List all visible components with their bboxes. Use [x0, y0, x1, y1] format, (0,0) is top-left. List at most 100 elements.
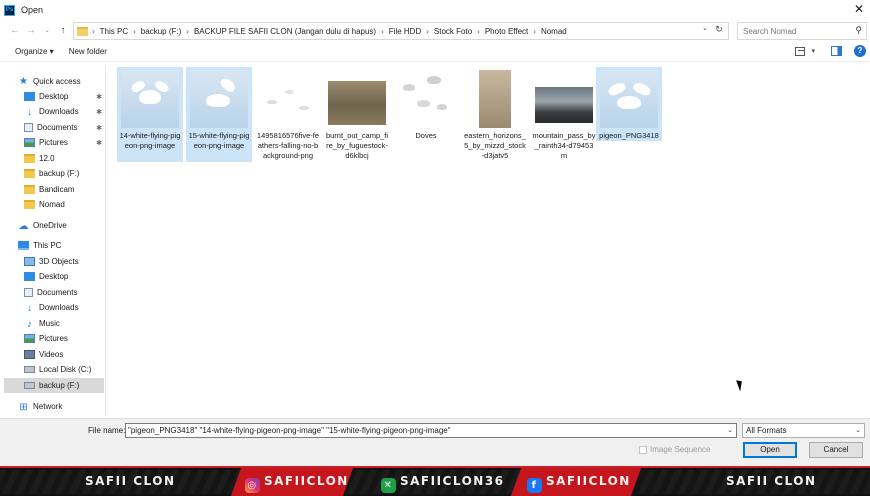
breadcrumb-stock-foto[interactable]: Stock Foto — [434, 27, 472, 36]
sidebar-item-pc-desktop[interactable]: Desktop — [24, 269, 68, 284]
file-item[interactable]: pigeon_PNG3418 — [596, 67, 662, 141]
sidebar-item-3d-objects[interactable]: 3D Objects — [24, 254, 79, 269]
sidebar-item-12-0[interactable]: 12.0 — [24, 151, 55, 166]
checkbox-icon[interactable] — [639, 445, 647, 454]
sidebar-item-label: Pictures — [39, 138, 68, 147]
file-name-label: File name: — [88, 426, 126, 435]
file-item[interactable]: Doves — [393, 67, 459, 144]
file-thumbnail — [324, 67, 390, 131]
breadcrumb-separator-icon[interactable]: › — [381, 27, 384, 36]
sidebar-item-backup-f[interactable]: backup (F:) — [24, 166, 79, 181]
sidebar-item-quick-access[interactable]: ★ Quick access — [18, 74, 81, 89]
sidebar-item-backup-drive[interactable]: backup (F:) — [4, 378, 104, 393]
sidebar-item-label: This PC — [33, 241, 62, 250]
format-dropdown-icon[interactable]: ⌄ — [855, 424, 861, 437]
pigeon-thumbnail — [121, 70, 179, 128]
up-arrow-icon[interactable]: ↑ — [55, 23, 71, 39]
cancel-button[interactable]: Cancel — [809, 442, 863, 458]
refresh-icon[interactable]: ↻ — [712, 24, 726, 35]
breadcrumb-separator-icon[interactable]: › — [133, 27, 136, 36]
open-button[interactable]: Open — [743, 442, 797, 458]
drive-icon — [24, 366, 35, 373]
file-list: 14-white-flying-pigeon-png-image 15-whit… — [110, 66, 870, 416]
cloud-icon: ☁ — [18, 221, 29, 232]
facebook-handle: SAFIICLON — [546, 474, 631, 488]
view-options-chevron-icon[interactable]: ▾ — [811, 47, 815, 55]
sidebar-item-bandicam[interactable]: Bandicam — [24, 182, 75, 197]
file-thumbnail — [186, 67, 252, 131]
format-select[interactable]: All Formats ⌄ — [742, 423, 865, 438]
sidebar-item-pictures[interactable]: Pictures ✱ — [24, 135, 104, 150]
sidebar-item-label: 3D Objects — [39, 257, 79, 266]
sidebar-item-network[interactable]: ⊞ Network — [18, 399, 62, 414]
breadcrumb-this-pc[interactable]: This PC — [100, 27, 128, 36]
sidebar-item-downloads[interactable]: ↓ Downloads ✱ — [24, 104, 104, 119]
preview-pane-icon[interactable] — [831, 46, 842, 56]
sidebar-item-desktop[interactable]: Desktop ✱ — [24, 89, 104, 104]
file-thumbnail — [393, 67, 459, 131]
file-name-dropdown-icon[interactable]: ⌄ — [727, 424, 733, 437]
file-item[interactable]: 1495816576five-feathers-falling-no-backg… — [255, 67, 321, 164]
sidebar-item-label: Downloads — [39, 107, 79, 116]
organize-button[interactable]: Organize ▾ — [15, 47, 54, 56]
file-name: burnt_out_camp_fire_by_fuguestock-d6klbc… — [325, 131, 389, 160]
new-folder-button[interactable]: New folder — [69, 47, 107, 56]
breadcrumb-file-hdd[interactable]: File HDD — [389, 27, 421, 36]
sidebar-item-videos[interactable]: Videos — [24, 347, 63, 362]
sidebar-item-this-pc[interactable]: This PC — [18, 238, 61, 253]
pin-icon[interactable]: ✱ — [96, 124, 102, 132]
file-item[interactable]: 14-white-flying-pigeon-png-image — [117, 67, 183, 162]
file-name: 14-white-flying-pigeon-png-image — [119, 131, 181, 150]
breadcrumb-backup-drive[interactable]: backup (F:) — [141, 27, 181, 36]
pigeon-thumbnail — [190, 70, 248, 128]
forward-arrow-icon[interactable]: → — [23, 23, 39, 39]
file-item[interactable]: mountain_pass_by_rainth34-d79453m — [531, 67, 597, 164]
sidebar-item-nomad[interactable]: Nomad — [24, 197, 65, 212]
file-thumbnail — [255, 67, 321, 131]
file-thumbnail — [462, 67, 528, 131]
file-name: mountain_pass_by_rainth34-d79453m — [532, 131, 596, 160]
breadcrumb-separator-icon[interactable]: › — [477, 27, 480, 36]
sidebar-item-music[interactable]: ♪ Music — [24, 316, 60, 331]
address-dropdown-chevron-icon[interactable]: ⌄ — [698, 24, 712, 35]
address-bar[interactable]: › This PC › backup (F:) › BACKUP FILE SA… — [73, 22, 729, 40]
sidebar-item-pc-pictures[interactable]: Pictures — [24, 331, 68, 346]
breadcrumb-nomad[interactable]: Nomad — [541, 27, 567, 36]
breadcrumb-backup-folder[interactable]: BACKUP FILE SAFII CLON (Jangan dulu di h… — [194, 27, 376, 36]
help-icon[interactable]: ? — [854, 45, 866, 57]
folder-icon — [24, 200, 35, 209]
pin-icon[interactable]: ✱ — [96, 108, 102, 116]
breadcrumb-separator-icon[interactable]: › — [426, 27, 429, 36]
breadcrumb-separator-icon[interactable]: › — [92, 27, 95, 36]
sidebar-item-documents[interactable]: Documents ✱ — [24, 120, 104, 135]
instagram-icon: ◎ — [245, 478, 260, 493]
file-item[interactable]: 15-white-flying-pigeon-png-image — [186, 67, 252, 162]
sidebar-item-onedrive[interactable]: ☁ OneDrive — [18, 218, 67, 233]
pin-icon[interactable]: ✱ — [96, 93, 102, 101]
channel-banner: SAFII CLON ◎ SAFIICLON ✕ SAFIICLON36 f SAFI… — [0, 466, 870, 496]
search-icon[interactable]: ⚲ — [855, 25, 862, 36]
image-sequence-checkbox[interactable]: Image Sequence — [639, 445, 711, 454]
sidebar-item-label: backup (F:) — [39, 381, 80, 390]
search-input[interactable]: Search Nomad ⚲ — [737, 22, 867, 40]
sidebar-item-local-disk-c[interactable]: Local Disk (C:) — [24, 362, 91, 377]
documents-icon — [24, 123, 33, 132]
close-icon[interactable]: ✕ — [852, 2, 866, 16]
sidebar-item-pc-downloads[interactable]: ↓ Downloads — [24, 300, 79, 315]
recent-locations-chevron-icon[interactable]: ⌄ — [39, 23, 55, 39]
pin-icon[interactable]: ✱ — [96, 139, 102, 147]
desktop-icon — [24, 92, 35, 101]
file-item[interactable]: burnt_out_camp_fire_by_fuguestock-d6klbc… — [324, 67, 390, 164]
sidebar-item-label: Nomad — [39, 200, 65, 209]
back-arrow-icon[interactable]: ← — [7, 23, 23, 39]
breadcrumb-separator-icon[interactable]: › — [533, 27, 536, 36]
sidebar-item-label: Desktop — [39, 272, 69, 281]
file-name-input[interactable]: "pigeon_PNG3418" "14-white-flying-pigeon… — [125, 423, 737, 438]
title-bar: Ps Open ✕ — [0, 0, 870, 20]
file-item[interactable]: eastern_horizons_5_by_mizzd_stock-d3jatv… — [462, 67, 528, 164]
change-view-icon[interactable] — [795, 46, 806, 56]
breadcrumb-photo-effect[interactable]: Photo Effect — [485, 27, 528, 36]
folder-icon — [24, 154, 35, 163]
breadcrumb-separator-icon[interactable]: › — [186, 27, 189, 36]
sidebar-item-pc-documents[interactable]: Documents — [24, 285, 77, 300]
